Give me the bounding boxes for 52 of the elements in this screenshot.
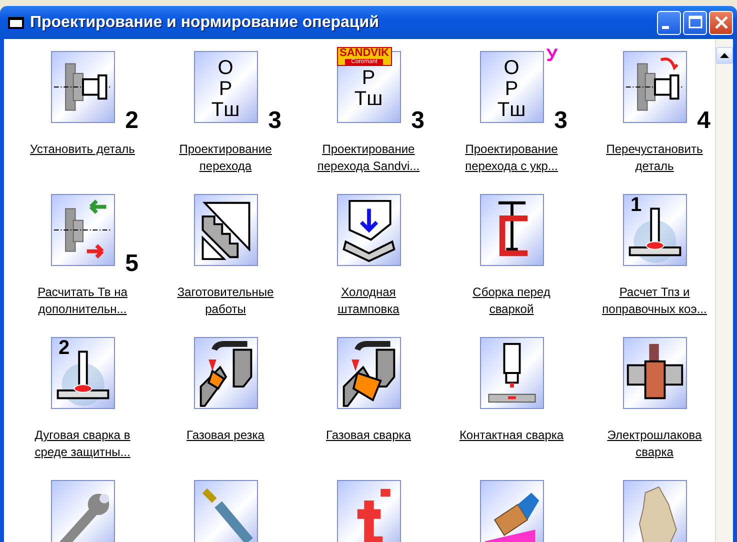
brush-icon[interactable] (480, 480, 544, 542)
item-link[interactable]: Сборка перед сваркой (472, 284, 550, 318)
scroll-up-button[interactable] (716, 47, 733, 64)
joint-icon[interactable] (622, 337, 686, 409)
file-icon[interactable] (194, 480, 258, 542)
maximize-button[interactable] (683, 10, 707, 34)
fixture-icon[interactable] (50, 51, 114, 123)
weld-icon[interactable] (622, 194, 686, 266)
step-number: 5 (125, 250, 138, 278)
arrows-icon[interactable] (50, 194, 114, 266)
stone-icon[interactable] (622, 480, 686, 542)
up-arrow-icon (720, 53, 729, 58)
window-title: Проектирование и нормирование операций (30, 14, 380, 32)
stairs-icon[interactable] (194, 194, 258, 266)
minimize-button[interactable] (657, 10, 681, 34)
icon-number: 1 (630, 194, 642, 217)
item-link[interactable]: Установить деталь (30, 141, 135, 158)
torch-icon[interactable] (336, 337, 400, 409)
step-number: 3 (411, 107, 424, 135)
letter-icon[interactable] (336, 480, 400, 542)
mark-letter: У (546, 45, 558, 66)
item-link[interactable]: Электрошлакова сварка (607, 427, 702, 461)
item-link[interactable]: Газовая сварка (326, 427, 411, 444)
clamp-icon[interactable] (480, 194, 544, 266)
item-link[interactable]: Расчитать Тв на дополнительн... (38, 284, 128, 318)
scrollbar[interactable] (715, 39, 733, 542)
step-number: 3 (268, 107, 282, 135)
item-link[interactable]: Газовая резка (186, 427, 264, 444)
torch-icon[interactable] (194, 337, 258, 409)
item-link[interactable]: Дуговая сварка в среде защитны... (34, 427, 130, 461)
item-link[interactable]: Проектирование перехода Sandvi... (317, 141, 420, 175)
minimize-icon (662, 26, 669, 29)
close-button[interactable] (709, 10, 733, 34)
weld-icon[interactable] (50, 337, 114, 409)
stamp-icon[interactable] (336, 194, 400, 266)
step-number: 3 (554, 107, 568, 135)
item-link[interactable]: Расчет Тпз и поправочных коэ... (602, 284, 707, 318)
wrench-icon[interactable] (50, 480, 114, 542)
step-number: 2 (125, 107, 138, 135)
item-link[interactable]: Перечустановить деталь (606, 141, 703, 175)
card-icon[interactable]: О Р Тш (480, 51, 544, 123)
step-number: 4 (697, 107, 710, 135)
window-icon (8, 16, 24, 28)
icon-number: 2 (58, 337, 70, 360)
electrode-icon[interactable] (480, 337, 544, 409)
card-icon[interactable]: О Р Тш (194, 51, 258, 123)
item-link[interactable]: Контактная сварка (459, 427, 564, 444)
item-link[interactable]: Заготовительные работы (177, 284, 274, 318)
item-link[interactable]: Холодная штамповка (338, 284, 400, 318)
item-link[interactable]: Проектирование перехода с укр... (465, 141, 558, 175)
fixture-icon[interactable] (622, 51, 686, 123)
item-link[interactable]: Проектирование перехода (179, 141, 272, 175)
